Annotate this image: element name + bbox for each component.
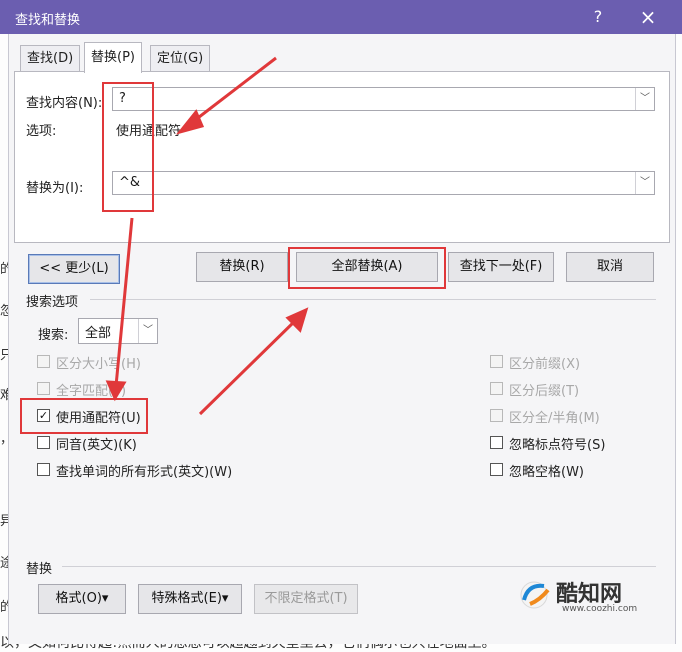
annotation-arrow xyxy=(198,316,300,416)
annotation-arrows xyxy=(105,56,309,416)
annotation-arrowhead xyxy=(175,109,205,135)
annotation-arrowhead xyxy=(105,380,127,402)
tab-replace[interactable]: 替换(P) xyxy=(84,42,142,73)
annotation-arrow xyxy=(114,217,134,387)
annotation-arrow xyxy=(189,56,277,126)
